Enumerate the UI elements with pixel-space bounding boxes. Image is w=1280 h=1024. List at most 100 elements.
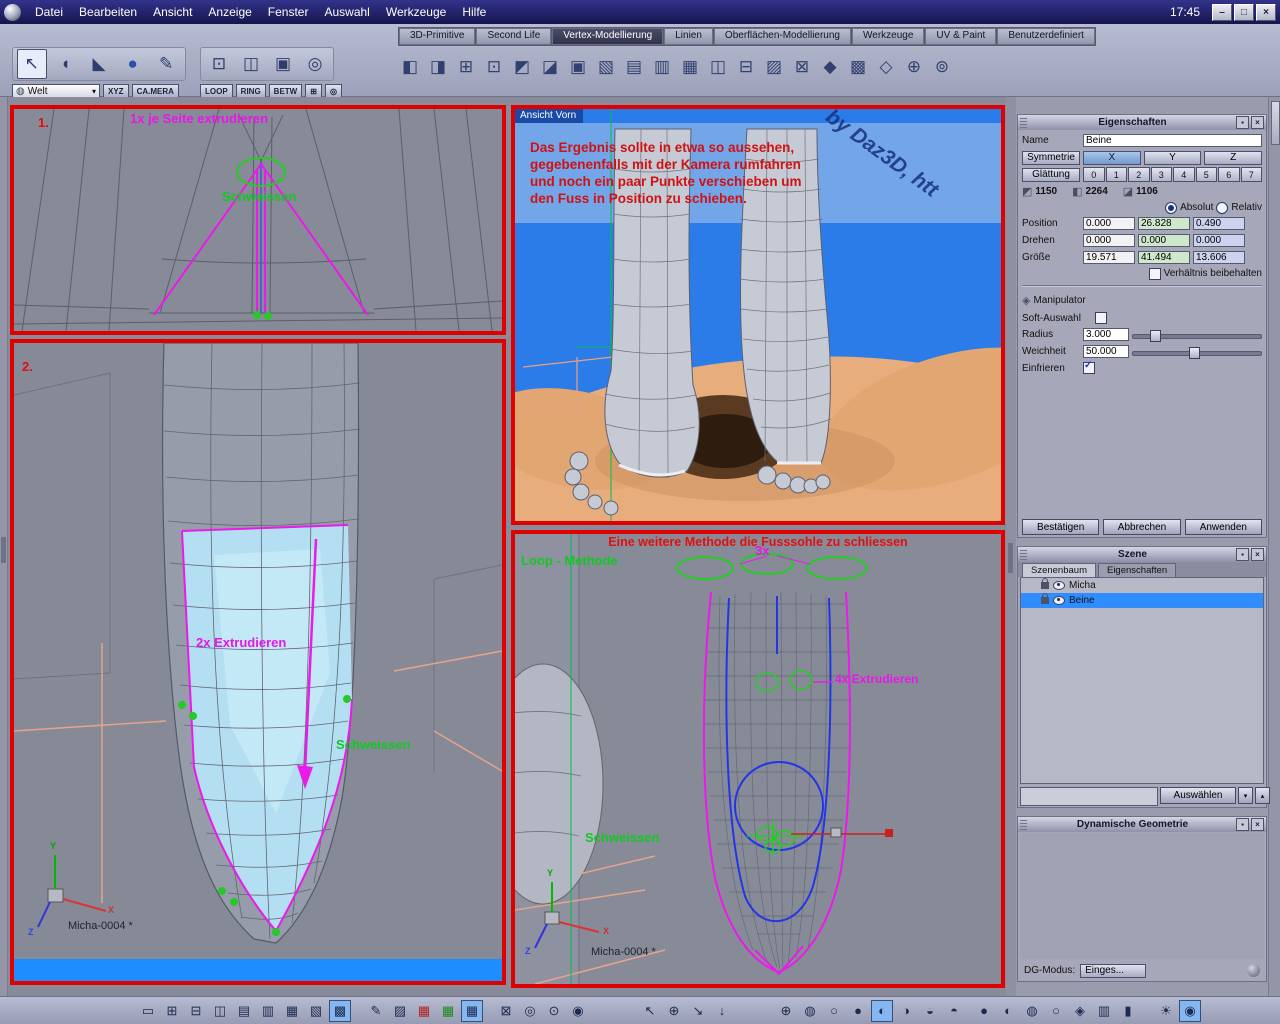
symmetry-x-button[interactable]: X — [1083, 150, 1141, 165]
smoothing-button[interactable]: Glättung — [1022, 167, 1080, 182]
gizmo-toggle-icon[interactable]: ◈ — [1069, 1000, 1091, 1022]
between-tool-icon[interactable]: ◎ — [301, 49, 329, 79]
loop-tool-icon[interactable]: ◫ — [237, 49, 265, 79]
weld-tool-icon[interactable]: ▦ — [678, 55, 702, 79]
move-down-icon[interactable]: ▾ — [1238, 787, 1253, 804]
layout-three-left-icon[interactable]: ▤ — [233, 1000, 255, 1022]
layout-split-h-icon[interactable]: ⊟ — [185, 1000, 207, 1022]
light-toggle-icon[interactable]: ☀ — [1155, 1000, 1177, 1022]
world-space-select[interactable]: ◍ Welt ▾ — [12, 84, 100, 98]
dark-sphere-icon[interactable]: ◑ — [895, 1000, 917, 1022]
symmetry-z-button[interactable]: Z — [1204, 150, 1263, 165]
smooth-tool-icon[interactable]: ▣ — [566, 55, 590, 79]
settings-tool-icon[interactable]: ⊚ — [930, 55, 954, 79]
bridge-tool-icon[interactable]: ▤ — [622, 55, 646, 79]
panel-close-icon[interactable]: × — [1251, 116, 1264, 129]
panel-collapse-icon[interactable]: ▪ — [1236, 116, 1249, 129]
paint-select-tool-icon[interactable]: ✎ — [151, 49, 181, 79]
copy-cube-tool-icon[interactable]: ⊞ — [454, 55, 478, 79]
lock-icon[interactable] — [1041, 578, 1049, 589]
move-up-icon[interactable]: ▴ — [1255, 787, 1270, 804]
left-scroll-strip[interactable] — [0, 97, 8, 996]
position-y-input[interactable] — [1138, 217, 1190, 230]
maximize-icon[interactable]: □ — [1234, 3, 1254, 21]
keep-ratio-checkbox[interactable] — [1148, 267, 1161, 280]
tab-szenenbaum[interactable]: Szenenbaum — [1022, 563, 1096, 577]
panel-grip-icon[interactable] — [1020, 549, 1027, 560]
panel-grip-icon[interactable] — [1020, 117, 1027, 128]
dolly-tool-icon[interactable]: ↓ — [711, 1000, 733, 1022]
tab-second-life[interactable]: Second Life — [476, 28, 552, 45]
softness-slider[interactable] — [1132, 346, 1262, 359]
orbit-tool-icon[interactable]: ↘ — [687, 1000, 709, 1022]
grid-y-icon[interactable]: ▦ — [437, 1000, 459, 1022]
position-x-input[interactable] — [1083, 217, 1135, 230]
confirm-button[interactable]: Bestätigen — [1022, 519, 1100, 535]
cursor-tool-icon[interactable]: ↖ — [639, 1000, 661, 1022]
draw-icon[interactable]: ✎ — [365, 1000, 387, 1022]
marquee-icon[interactable]: ⊠ — [495, 1000, 517, 1022]
menu-bearbeiten[interactable]: Bearbeiten — [71, 5, 145, 19]
scene-panel-header[interactable]: Szene ▪ × — [1018, 547, 1266, 562]
top-sphere-icon[interactable]: ◓ — [943, 1000, 965, 1022]
smoothing-level-2[interactable]: 2 — [1128, 167, 1150, 182]
menu-hilfe[interactable]: Hilfe — [454, 5, 494, 19]
magnet-tool-icon[interactable]: ⊕ — [902, 55, 926, 79]
symmetry-button[interactable]: Symmetrie — [1022, 150, 1080, 165]
pause-toggle-icon[interactable]: ▮ — [1117, 1000, 1139, 1022]
select-button[interactable]: Auswählen — [1160, 787, 1236, 804]
rotation-y-input[interactable] — [1138, 234, 1190, 247]
eye-icon[interactable] — [1053, 596, 1065, 605]
sweep-tool-icon[interactable]: ◪ — [538, 55, 562, 79]
close-icon[interactable]: × — [1256, 3, 1276, 21]
tutorial-panel-loop-method[interactable]: Eine weitere Methode die Fusssohle zu sc… — [511, 530, 1005, 988]
radius-input[interactable] — [1083, 328, 1129, 341]
smoothing-level-3[interactable]: 3 — [1150, 167, 1172, 182]
grid-snap-icon[interactable]: ⊞ — [305, 84, 322, 98]
size-y-input[interactable] — [1138, 251, 1190, 264]
panel-collapse-icon[interactable]: ▪ — [1236, 548, 1249, 561]
loop-cut-tool-icon[interactable]: ▥ — [650, 55, 674, 79]
loop-button[interactable]: LOOP — [200, 84, 233, 98]
menu-ansicht[interactable]: Ansicht — [145, 5, 200, 19]
select-arrow-tool-icon[interactable]: ↖ — [17, 49, 47, 79]
visibility-icon[interactable]: ◉ — [567, 1000, 589, 1022]
camera-toggle-button[interactable]: CA.MERA — [131, 84, 179, 98]
boolean-tool-icon[interactable]: ⊠ — [790, 55, 814, 79]
panel-close-icon[interactable]: × — [1251, 548, 1264, 561]
layout-grid-icon[interactable]: ▦ — [281, 1000, 303, 1022]
zoom-icon[interactable]: ⊙ — [543, 1000, 565, 1022]
camera-view-icon[interactable]: ◉ — [1179, 999, 1201, 1022]
lasso-select-tool-icon[interactable]: ◖ — [51, 49, 81, 79]
tab-oberflaechen-modellierung[interactable]: Oberflächen-Modellierung — [713, 28, 851, 45]
scrollbar-handle[interactable] — [1271, 101, 1280, 145]
layout-quad-icon[interactable]: ⊞ — [161, 1000, 183, 1022]
cut-tool-icon[interactable]: ▧ — [594, 55, 618, 79]
tab-uv-paint[interactable]: UV & Paint — [925, 28, 997, 45]
flat-shade-icon[interactable]: ◐ — [997, 1000, 1019, 1022]
scroll-handle[interactable] — [1, 537, 6, 563]
wire-shade-icon[interactable]: ○ — [1045, 1000, 1067, 1022]
layout-main-right-icon[interactable]: ▧ — [305, 1000, 327, 1022]
outline-sphere-icon[interactable]: ○ — [823, 1000, 845, 1022]
tutorial-panel-step1[interactable]: 1. 1x je Seite extrudieren Schweissen — [10, 105, 506, 335]
layout-three-top-icon[interactable]: ▥ — [257, 1000, 279, 1022]
freeze-checkbox[interactable] — [1083, 360, 1095, 374]
box-mode-tool-icon[interactable]: ◧ — [398, 55, 422, 79]
size-z-input[interactable] — [1193, 251, 1245, 264]
dg-mode-button[interactable]: Einges... — [1080, 963, 1147, 978]
menu-auswahl[interactable]: Auswahl — [316, 5, 377, 19]
tab-3d-primitive[interactable]: 3D-Primitive — [399, 28, 476, 45]
grid-z-icon[interactable]: ▦ — [461, 999, 483, 1022]
tab-vertex-modellierung[interactable]: Vertex-Modellierung — [552, 28, 664, 45]
panel-close-icon[interactable]: × — [1251, 818, 1264, 831]
symmetry-y-button[interactable]: Y — [1143, 150, 1202, 165]
rotate-cube-tool-icon[interactable]: ◨ — [426, 55, 450, 79]
lock-icon[interactable] — [1041, 593, 1049, 604]
between-button[interactable]: BETW — [268, 84, 303, 98]
smoothing-level-5[interactable]: 5 — [1195, 167, 1217, 182]
material-globe-icon[interactable]: ◍ — [799, 1000, 821, 1022]
menu-fenster[interactable]: Fenster — [260, 5, 317, 19]
textured-shade-icon[interactable]: ◍ — [1021, 1000, 1043, 1022]
bottom-sphere-icon[interactable]: ◒ — [919, 1000, 941, 1022]
